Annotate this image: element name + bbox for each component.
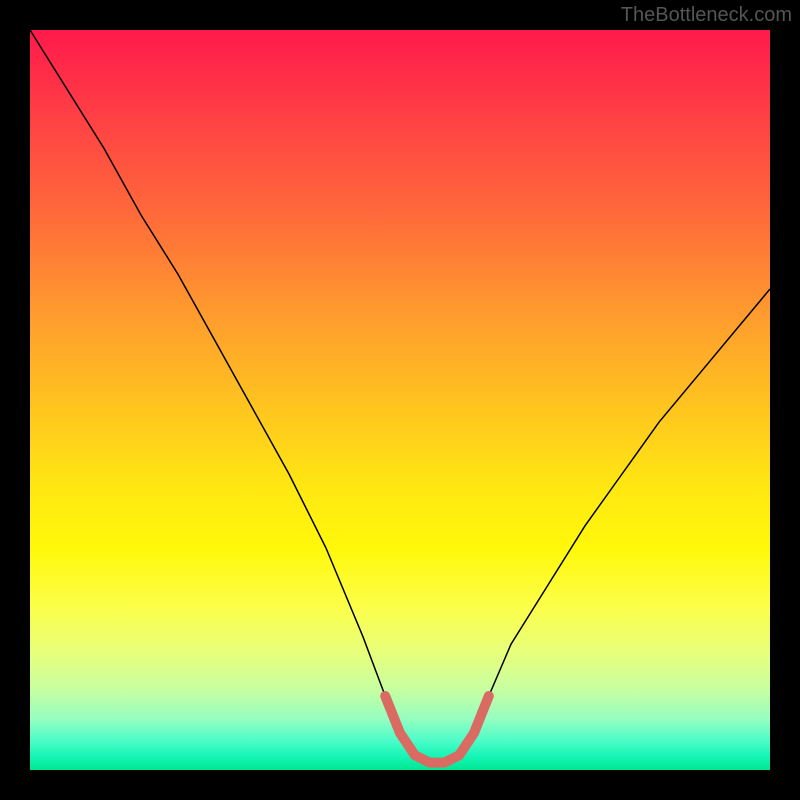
watermark-text: TheBottleneck.com (621, 4, 792, 27)
bottleneck-curve-line (30, 30, 770, 763)
chart-plot-area (30, 30, 770, 770)
chart-curve-layer (30, 30, 770, 770)
trough-highlight-segment (385, 696, 489, 763)
